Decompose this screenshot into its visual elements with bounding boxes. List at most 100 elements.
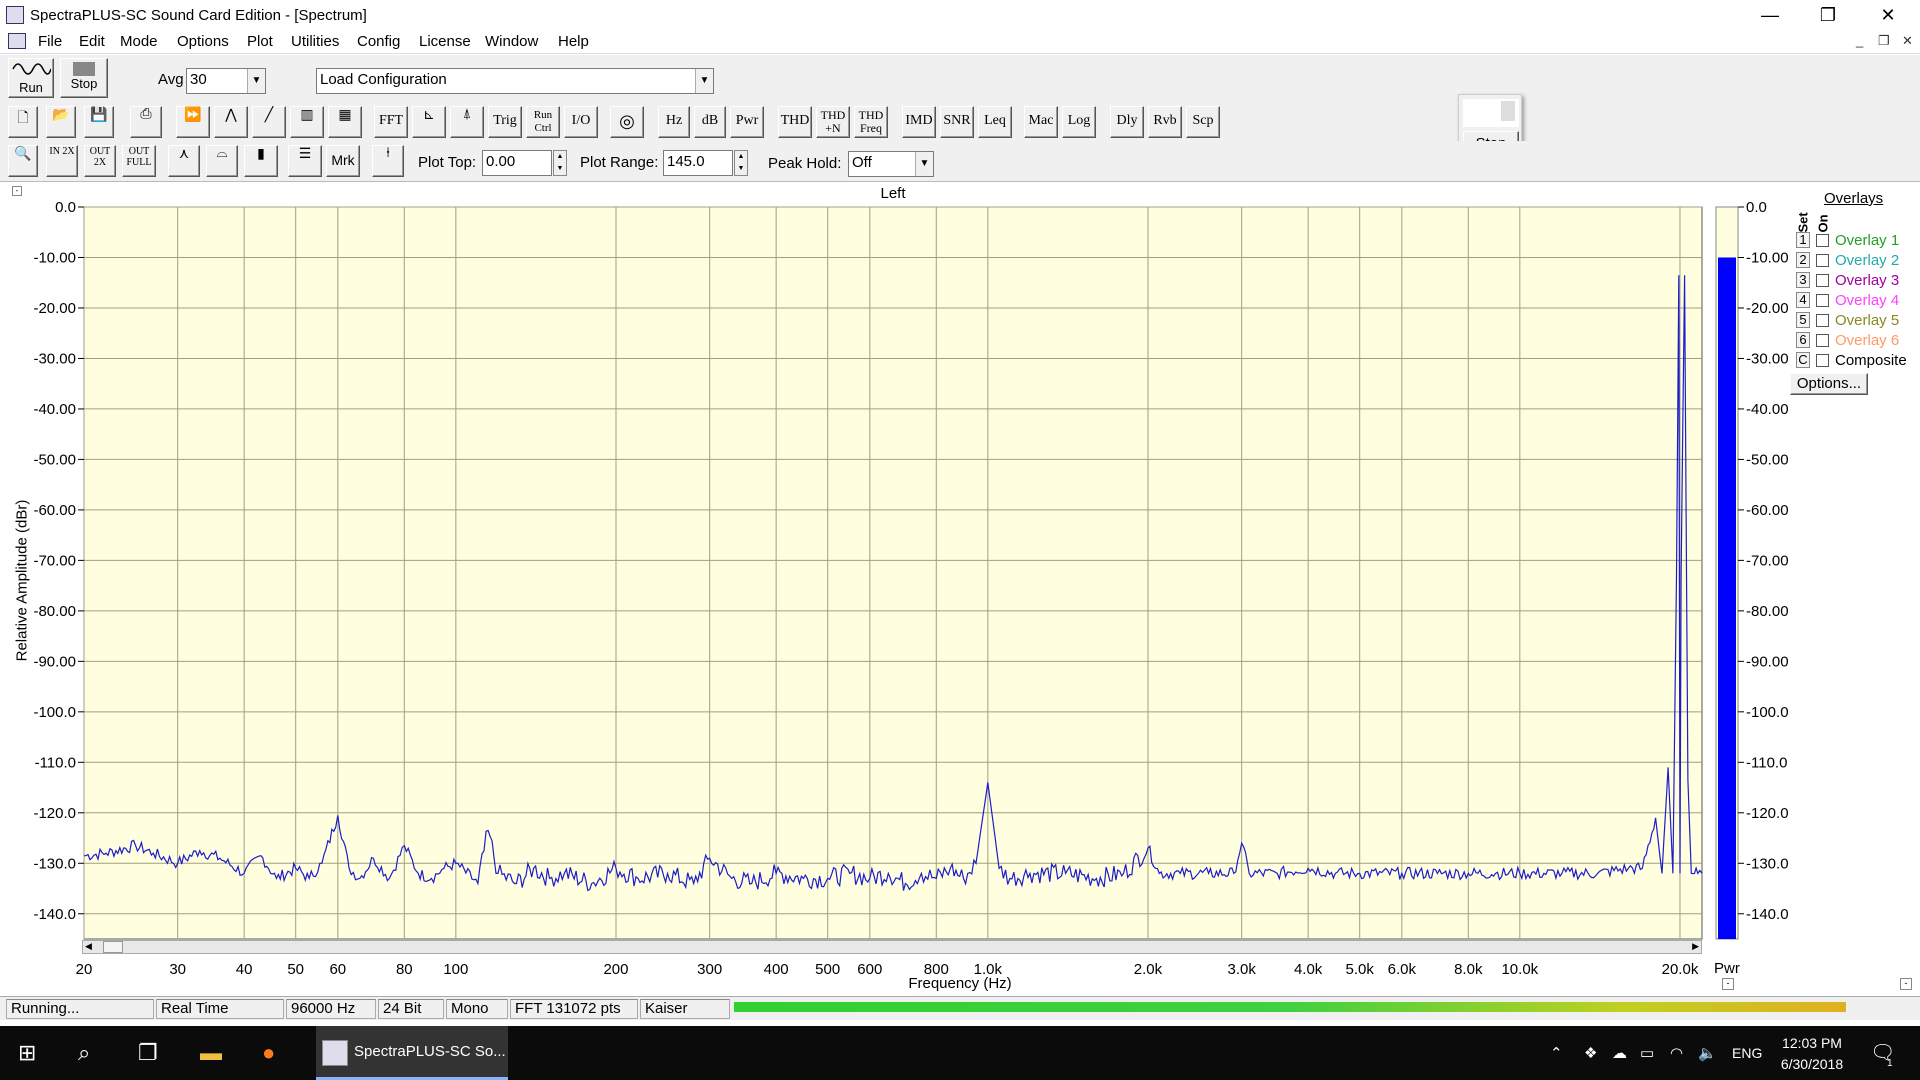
windows-start-icon[interactable]: ⊞ [18, 1040, 36, 1066]
marker-button[interactable]: Mrk [326, 145, 360, 177]
spectrum-chart[interactable]: 0.0-10.00-20.00-30.00-40.00-50.00-60.00-… [0, 182, 1920, 992]
trig-button[interactable]: Trig [488, 106, 522, 138]
zoom-in-2x-icon[interactable]: IN 2X [46, 145, 78, 177]
snr-button[interactable]: SNR [940, 106, 974, 138]
overlay-set-button[interactable]: 1 [1796, 232, 1810, 248]
log-button[interactable]: Log [1062, 106, 1096, 138]
firefox-icon[interactable]: ● [262, 1040, 275, 1066]
config-select[interactable]: Load Configuration ▼ [316, 68, 714, 94]
overlay-set-button[interactable]: 2 [1796, 252, 1810, 268]
plot-range-input[interactable]: 145.0 [663, 150, 733, 176]
signal-icon[interactable]: ⍋ [450, 106, 484, 138]
time-series-icon[interactable]: ⋀ [214, 106, 248, 138]
minimize-button[interactable]: — [1740, 0, 1800, 30]
scroll-thumb[interactable] [103, 941, 123, 953]
floating-close-icon[interactable] [1501, 101, 1515, 121]
hz-button[interactable]: Hz [658, 106, 690, 138]
overlay-set-button[interactable]: 4 [1796, 292, 1810, 308]
close-button[interactable]: ✕ [1858, 0, 1918, 30]
menu-utilities[interactable]: Utilities [291, 33, 339, 50]
mdi-close-button[interactable]: ✕ [1902, 33, 1913, 49]
overlay-checkbox[interactable] [1816, 294, 1829, 307]
clock-time[interactable]: 12:03 PM [1772, 1035, 1852, 1051]
doc-icon[interactable] [8, 33, 26, 49]
battery-icon[interactable]: ▭ [1640, 1044, 1654, 1062]
menu-mode[interactable]: Mode [120, 33, 158, 50]
panel-collapse-icon[interactable]: - [1900, 978, 1912, 990]
scroll-left-icon[interactable]: ◀ [85, 941, 92, 952]
wifi-icon[interactable]: ◠ [1670, 1044, 1683, 1062]
db-button[interactable]: dB [694, 106, 726, 138]
rvb-button[interactable]: Rvb [1148, 106, 1182, 138]
zoom-icon[interactable]: 🔍 [8, 145, 38, 177]
overlay-set-button[interactable]: 5 [1796, 312, 1810, 328]
spectrogram-icon[interactable]: ▥ [290, 106, 324, 138]
bar-plot-icon[interactable]: ▮ [244, 145, 278, 177]
line-plot-icon[interactable]: ⋏ [168, 145, 200, 177]
imd-button[interactable]: IMD [902, 106, 936, 138]
overlay-checkbox[interactable] [1816, 354, 1829, 367]
plot-range-spinner[interactable]: ▲ ▼ [734, 150, 748, 176]
range-icon[interactable]: ⍿ [372, 145, 404, 177]
overlay-checkbox[interactable] [1816, 314, 1829, 327]
task-view-icon[interactable]: ❐ [138, 1040, 158, 1066]
clock-date[interactable]: 6/30/2018 [1772, 1056, 1852, 1072]
chevron-up-icon[interactable]: ⌃ [1550, 1044, 1563, 1062]
thd-freq-button[interactable]: THD Freq [854, 106, 888, 138]
new-file-icon[interactable]: 🗋 [8, 106, 38, 138]
scp-button[interactable]: Scp [1186, 106, 1220, 138]
leq-button[interactable]: Leq [978, 106, 1012, 138]
overlay-checkbox[interactable] [1816, 334, 1829, 347]
meter-collapse-icon[interactable]: - [1722, 978, 1734, 990]
peak-hold-select[interactable]: Off ▼ [848, 151, 934, 177]
dropbox-icon[interactable]: ❖ [1584, 1044, 1597, 1062]
io-button[interactable]: I/O [564, 106, 598, 138]
file-explorer-icon[interactable]: ▬ [200, 1040, 222, 1066]
menu-file[interactable]: File [38, 33, 62, 50]
mac-button[interactable]: Mac [1024, 106, 1058, 138]
overlay-checkbox[interactable] [1816, 254, 1829, 267]
save-icon[interactable]: 💾 [84, 106, 114, 138]
dly-button[interactable]: Dly [1110, 106, 1144, 138]
thd-n-button[interactable]: THD +N [816, 106, 850, 138]
mdi-minimize-button[interactable]: _ [1856, 33, 1863, 48]
overlay-set-button[interactable]: 6 [1796, 332, 1810, 348]
run-ctrl-button[interactable]: Run Ctrl [526, 106, 560, 138]
overlay-checkbox[interactable] [1816, 234, 1829, 247]
avg-select[interactable]: 30 ▼ [186, 68, 266, 94]
stop-button[interactable]: Stop [60, 58, 108, 98]
zoom-out-2x-icon[interactable]: OUT 2X [84, 145, 116, 177]
thd-button[interactable]: THD [778, 106, 812, 138]
menu-help[interactable]: Help [558, 33, 589, 50]
chevron-down-icon[interactable]: ▼ [695, 69, 713, 93]
plot-top-input[interactable]: 0.00 [482, 150, 552, 176]
pwr-button[interactable]: Pwr [730, 106, 764, 138]
menu-config[interactable]: Config [357, 33, 400, 50]
overlay-options-button[interactable]: Options... [1790, 373, 1868, 395]
overlay-checkbox[interactable] [1816, 274, 1829, 287]
horizontal-scrollbar[interactable]: ◀ ▶ [82, 940, 1702, 954]
language-indicator[interactable]: ENG [1732, 1045, 1762, 1061]
print-icon[interactable]: ⎙ [130, 106, 162, 138]
axis-icon[interactable]: ⊾ [412, 106, 446, 138]
plot-top-spinner[interactable]: ▲ ▼ [553, 150, 567, 176]
overlay-set-button[interactable]: 3 [1796, 272, 1810, 288]
menu-edit[interactable]: Edit [79, 33, 105, 50]
menu-license[interactable]: License [419, 33, 471, 50]
scroll-right-icon[interactable]: ▶ [1692, 941, 1699, 952]
step-plot-icon[interactable]: ⌓ [206, 145, 238, 177]
generator-icon[interactable]: ◎ [610, 106, 644, 138]
menu-plot[interactable]: Plot [247, 33, 273, 50]
taskbar-app-spectraplus[interactable]: SpectraPLUS-SC So... [316, 1026, 508, 1080]
mdi-restore-button[interactable]: ❐ [1878, 33, 1890, 49]
menu-options[interactable]: Options [177, 33, 229, 50]
restore-button[interactable]: ❐ [1798, 0, 1858, 30]
chevron-down-icon[interactable]: ▼ [915, 152, 933, 176]
fast-forward-icon[interactable]: ⏩ [176, 106, 210, 138]
ramp-icon[interactable]: ╱ [252, 106, 286, 138]
overlay-set-button[interactable]: C [1796, 352, 1810, 368]
open-folder-icon[interactable]: 📂 [46, 106, 76, 138]
cloud-icon[interactable]: ☁ [1612, 1044, 1627, 1062]
volume-icon[interactable]: 🔈 [1698, 1044, 1717, 1062]
zoom-full-icon[interactable]: OUT FULL [122, 145, 156, 177]
